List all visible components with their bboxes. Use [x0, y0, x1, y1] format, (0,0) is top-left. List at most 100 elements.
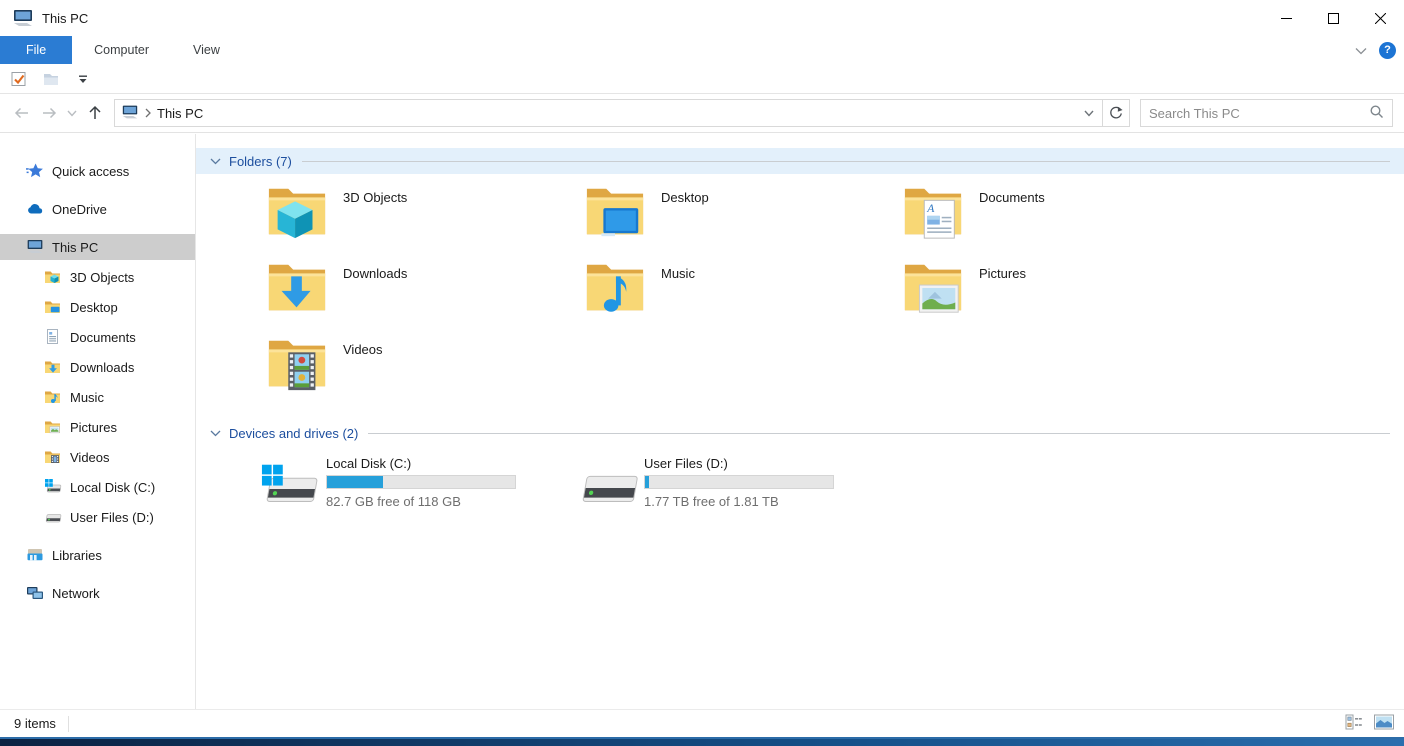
chevron-down-icon[interactable] [210, 430, 221, 437]
tile-3d-objects[interactable]: 3D Objects [254, 180, 572, 256]
folder-music-icon [584, 258, 646, 316]
sidebar-item-label: OneDrive [52, 201, 107, 217]
onedrive-cloud-icon [26, 200, 44, 218]
explorer-window: This PC File Computer View ? This PC Sea… [0, 0, 1404, 746]
breadcrumb[interactable]: This PC [115, 100, 1076, 126]
properties-icon[interactable] [8, 68, 30, 90]
breadcrumb-location[interactable]: This PC [157, 106, 203, 121]
sidebar-item-label: Pictures [70, 419, 117, 435]
group-header-devices[interactable]: Devices and drives (2) [196, 420, 1404, 446]
tab-file[interactable]: File [0, 36, 73, 64]
sidebar-item-label: Videos [70, 449, 110, 465]
address-dropdown-chevron-icon[interactable] [1076, 100, 1102, 126]
new-folder-icon[interactable] [40, 68, 62, 90]
sidebar-item-label: 3D Objects [70, 269, 135, 285]
sidebar-item-videos[interactable]: Videos [0, 444, 195, 470]
drive-usage-fill [645, 476, 649, 488]
sidebar-item-label: Network [52, 585, 100, 601]
chevron-down-icon[interactable] [210, 158, 221, 165]
items-count: 9 items [14, 716, 56, 731]
sidebar-item-pictures[interactable]: Pictures [0, 414, 195, 440]
taskbar-edge [0, 737, 1404, 746]
minimize-button[interactable] [1263, 0, 1310, 36]
folder-pictures-icon [902, 258, 964, 316]
up-icon[interactable] [82, 100, 108, 126]
sidebar-item-label: Desktop [70, 299, 118, 315]
search-input[interactable] [1149, 105, 1369, 121]
thumbnails-view-icon[interactable] [1374, 714, 1394, 733]
forward-icon[interactable] [36, 100, 62, 126]
tile-desktop[interactable]: Desktop [572, 180, 890, 256]
group-header-label: Devices and drives (2) [229, 425, 359, 441]
customize-qat-icon[interactable] [72, 68, 94, 90]
drive-windows-icon [44, 478, 62, 496]
sidebar-item-user-files-d[interactable]: User Files (D:) [0, 504, 195, 530]
details-view-icon[interactable] [1345, 714, 1362, 733]
drive-tile-d[interactable]: User Files (D:) 1.77 TB free of 1.81 TB [572, 454, 890, 515]
collapse-ribbon-chevron-icon[interactable] [1355, 43, 1367, 58]
tile-pictures[interactable]: Pictures [890, 256, 1208, 332]
sidebar-item-network[interactable]: Network [0, 580, 195, 606]
address-bar[interactable]: This PC [114, 99, 1130, 127]
tile-documents[interactable]: A Documents [890, 180, 1208, 256]
folder-pictures-icon [44, 418, 62, 436]
tile-music[interactable]: Music [572, 256, 890, 332]
refresh-icon[interactable] [1102, 100, 1129, 126]
main-area: Quick access OneDrive This PC 3D Objects… [0, 134, 1404, 709]
ribbon-right-controls: ? [1355, 36, 1396, 64]
nav-buttons [0, 100, 114, 126]
folder-music-icon [44, 388, 62, 406]
sidebar-item-onedrive[interactable]: OneDrive [0, 196, 195, 222]
tab-computer[interactable]: Computer [72, 36, 171, 64]
group-header-folders[interactable]: Folders (7) [196, 148, 1404, 174]
group-header-rule [301, 160, 1390, 162]
folder-downloads-icon [44, 358, 62, 376]
pc-icon [26, 238, 44, 256]
tab-computer-label: Computer [94, 43, 150, 57]
navigation-pane: Quick access OneDrive This PC 3D Objects… [0, 134, 196, 709]
ribbon-tab-bar: File Computer View ? [0, 36, 1404, 64]
breadcrumb-chevron-icon[interactable] [145, 106, 151, 121]
sidebar-item-local-disk-c[interactable]: Local Disk (C:) [0, 474, 195, 500]
sidebar-item-documents[interactable]: Documents [0, 324, 195, 350]
group-header-rule [368, 432, 1390, 434]
drive-name: Local Disk (C:) [326, 456, 412, 471]
navigation-bar: This PC [0, 94, 1404, 133]
sidebar-item-libraries[interactable]: Libraries [0, 542, 195, 568]
folder-downloads-icon [266, 258, 328, 316]
tab-file-label: File [26, 43, 47, 57]
titlebar: This PC [0, 0, 1404, 36]
search-icon[interactable] [1369, 104, 1384, 122]
tile-label: Videos [343, 342, 383, 357]
tile-videos[interactable]: Videos [254, 332, 572, 408]
drive-tile-c[interactable]: Local Disk (C:) 82.7 GB free of 118 GB [254, 454, 572, 515]
sidebar-item-label: Libraries [52, 547, 102, 563]
tab-view-label: View [193, 43, 220, 57]
pc-icon [121, 104, 139, 123]
sidebar-item-this-pc[interactable]: This PC [0, 234, 195, 260]
sidebar-item-downloads[interactable]: Downloads [0, 354, 195, 380]
sidebar-item-quick-access[interactable]: Quick access [0, 158, 195, 184]
sidebar-item-3d-objects[interactable]: 3D Objects [0, 264, 195, 290]
libraries-icon [26, 546, 44, 564]
drive-free-space: 1.77 TB free of 1.81 TB [644, 494, 779, 509]
help-icon[interactable]: ? [1379, 41, 1396, 59]
folder-documents-icon: A [902, 182, 964, 240]
tile-label: Music [661, 266, 695, 281]
search-box[interactable] [1140, 99, 1393, 127]
tile-downloads[interactable]: Downloads [254, 256, 572, 332]
maximize-button[interactable] [1310, 0, 1357, 36]
drive-info: User Files (D:) 1.77 TB free of 1.81 TB [644, 454, 834, 515]
sidebar-item-music[interactable]: Music [0, 384, 195, 410]
drive-info: Local Disk (C:) 82.7 GB free of 118 GB [326, 454, 516, 515]
view-toggle-buttons [1345, 714, 1394, 733]
sidebar-item-desktop[interactable]: Desktop [0, 294, 195, 320]
sidebar-item-label: Music [70, 389, 104, 405]
back-icon[interactable] [8, 100, 34, 126]
tile-label: Downloads [343, 266, 408, 281]
drives-row: Local Disk (C:) 82.7 GB free of 118 GB U… [254, 454, 1404, 515]
tab-view[interactable]: View [171, 36, 242, 64]
network-icon [26, 584, 44, 602]
close-button[interactable] [1357, 0, 1404, 36]
recent-locations-chevron-icon[interactable] [64, 100, 80, 126]
